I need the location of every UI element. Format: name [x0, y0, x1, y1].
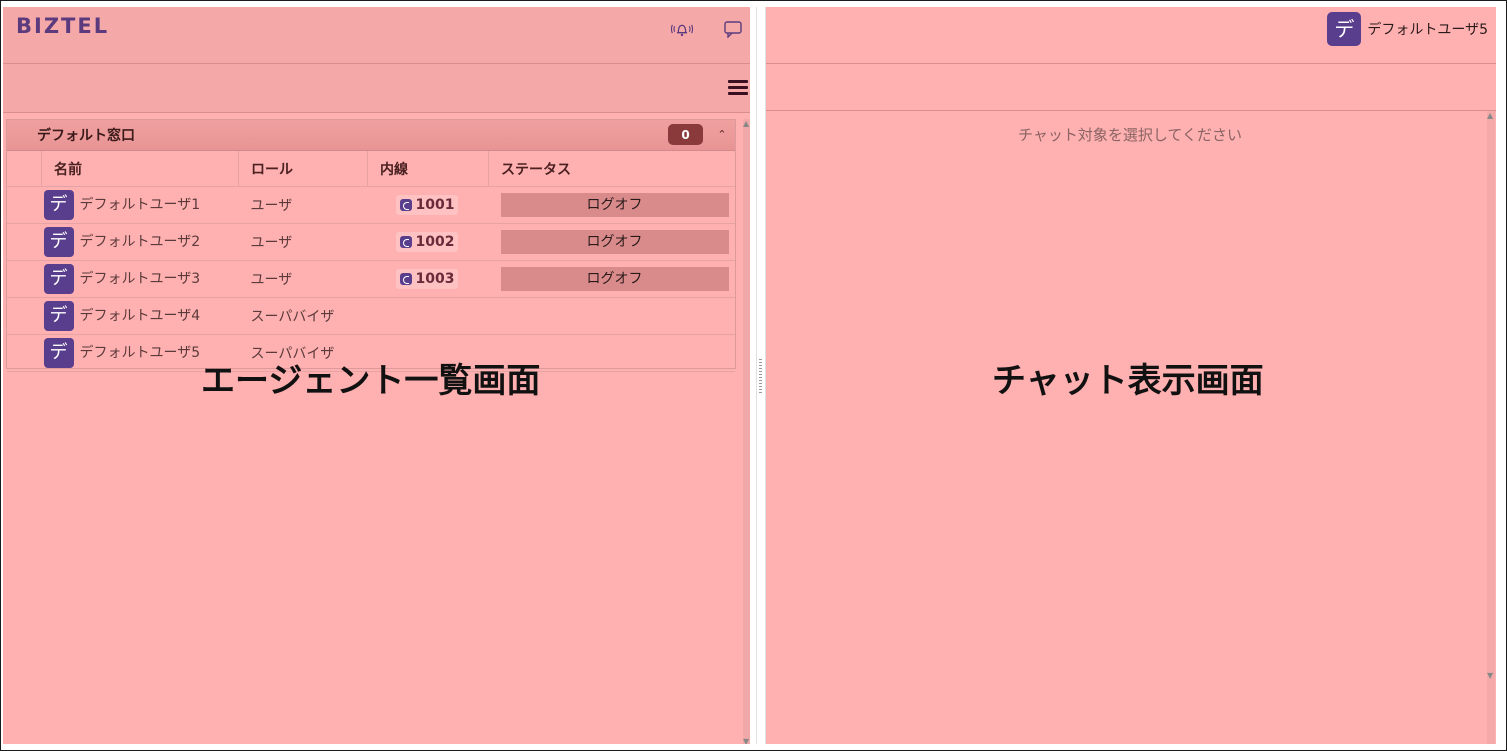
- row-spacer: [7, 334, 42, 372]
- agent-role: ユーザ: [238, 186, 368, 224]
- agent-list-pane: BIZTEL デフォルト窓口 0 ⌃ 名前 ロール 内線 ステータス デ デフォ…: [3, 7, 750, 744]
- agent-name: デフォルトユーザ3: [79, 271, 201, 287]
- left-header: BIZTEL: [3, 7, 750, 64]
- chat-screen-label: チャット表示画面: [992, 361, 1264, 401]
- double-chevron-up-icon[interactable]: ⌃: [714, 126, 730, 144]
- scroll-up-arrow-icon[interactable]: ▲: [743, 119, 749, 128]
- agent-extension-cell: 1003: [367, 260, 489, 298]
- row-spacer: [7, 186, 42, 224]
- current-user[interactable]: デ デフォルトユーザ5: [1327, 12, 1488, 46]
- group-count-badge: 0: [668, 124, 703, 145]
- agent-status-cell: ログオフ: [488, 260, 735, 298]
- agent-role: ユーザ: [238, 223, 368, 261]
- agent-group: デフォルト窓口 0 ⌃ 名前 ロール 内線 ステータス デデフォルトユーザ1 ユ…: [6, 119, 736, 372]
- chat-placeholder-text: チャット対象を選択してください: [1018, 126, 1242, 144]
- phone-icon: [399, 273, 412, 285]
- left-toolbar: [3, 64, 750, 113]
- agent-extension-cell: 1001: [367, 186, 489, 224]
- scroll-up-arrow-icon[interactable]: ▲: [1487, 111, 1493, 120]
- agent-name: デフォルトユーザ5: [79, 345, 201, 361]
- column-header-status[interactable]: ステータス: [488, 151, 735, 187]
- agent-name-cell: デデフォルトユーザ3: [41, 260, 239, 298]
- agent-name-cell: デデフォルトユーザ1: [41, 186, 239, 224]
- agent-extension-cell: 1002: [367, 223, 489, 261]
- row-spacer: [7, 223, 42, 261]
- agent-list-screen-label: エージェント一覧画面: [201, 361, 541, 401]
- phone-icon: [399, 236, 412, 248]
- column-header-name[interactable]: 名前: [41, 151, 239, 187]
- agent-status-cell: ログオフ: [488, 186, 735, 224]
- row-spacer: [7, 260, 42, 298]
- group-header[interactable]: デフォルト窓口 0 ⌃: [7, 120, 735, 151]
- table-row[interactable]: デデフォルトユーザ2 ユーザ 1002 ログオフ: [7, 223, 735, 261]
- agent-name: デフォルトユーザ4: [79, 308, 201, 324]
- extension-number: 1001: [415, 197, 455, 213]
- agent-table: 名前 ロール 内線 ステータス デデフォルトユーザ1 ユーザ 1001 ログオフ…: [7, 151, 735, 372]
- agent-status-cell: [488, 297, 735, 335]
- current-user-name: デフォルトユーザ5: [1367, 22, 1488, 38]
- avatar: デ: [43, 338, 74, 368]
- column-header-blank: [7, 151, 42, 187]
- table-row[interactable]: デデフォルトユーザ4 スーパバイザ: [7, 297, 735, 335]
- splitter-grip-icon[interactable]: [759, 359, 762, 395]
- status-badge: ログオフ: [500, 230, 729, 254]
- agent-name-cell: デデフォルトユーザ4: [41, 297, 239, 335]
- right-header: デ デフォルトユーザ5: [766, 7, 1496, 64]
- table-header-row: 名前 ロール 内線 ステータス: [7, 151, 735, 187]
- extension-button[interactable]: 1001: [395, 195, 459, 215]
- biztel-logo: BIZTEL: [16, 14, 110, 38]
- avatar: デ: [43, 264, 74, 294]
- table-row[interactable]: デデフォルトユーザ1 ユーザ 1001 ログオフ: [7, 186, 735, 224]
- column-header-role[interactable]: ロール: [238, 151, 368, 187]
- chat-bubble-icon[interactable]: [722, 19, 744, 39]
- group-title: デフォルト窓口: [37, 128, 135, 144]
- agent-name: デフォルトユーザ1: [79, 197, 201, 213]
- right-scrollbar[interactable]: ▲ ▼: [1487, 111, 1495, 744]
- scroll-down-arrow-icon[interactable]: ▼: [1487, 671, 1493, 680]
- avatar: デ: [1327, 12, 1362, 46]
- bell-icon[interactable]: [671, 19, 693, 39]
- avatar: デ: [43, 301, 74, 331]
- agent-role: ユーザ: [238, 260, 368, 298]
- left-scrollbar[interactable]: ▲ ▼: [743, 119, 750, 744]
- phone-icon: [399, 199, 412, 211]
- extension-number: 1003: [415, 271, 455, 287]
- right-toolbar: [766, 64, 1496, 111]
- agent-status-cell: ログオフ: [488, 223, 735, 261]
- chat-display-pane: デ デフォルトユーザ5 チャット対象を選択してください ▲ ▼ チャット表示画面: [766, 7, 1496, 744]
- status-badge: ログオフ: [500, 267, 729, 291]
- avatar: デ: [43, 190, 74, 220]
- pane-splitter[interactable]: [756, 7, 766, 744]
- agent-extension-cell: [367, 297, 489, 335]
- agent-name: デフォルトユーザ2: [79, 234, 201, 250]
- agent-role: スーパバイザ: [238, 297, 368, 335]
- column-header-extension[interactable]: 内線: [367, 151, 489, 187]
- row-spacer: [7, 297, 42, 335]
- hamburger-menu-icon[interactable]: [728, 77, 748, 95]
- scroll-down-arrow-icon[interactable]: ▼: [743, 737, 749, 744]
- table-row[interactable]: デデフォルトユーザ3 ユーザ 1003 ログオフ: [7, 260, 735, 298]
- extension-button[interactable]: 1003: [395, 269, 459, 289]
- agent-name-cell: デデフォルトユーザ2: [41, 223, 239, 261]
- extension-button[interactable]: 1002: [395, 232, 459, 252]
- extension-number: 1002: [415, 234, 455, 250]
- avatar: デ: [43, 227, 74, 257]
- status-badge: ログオフ: [500, 193, 729, 217]
